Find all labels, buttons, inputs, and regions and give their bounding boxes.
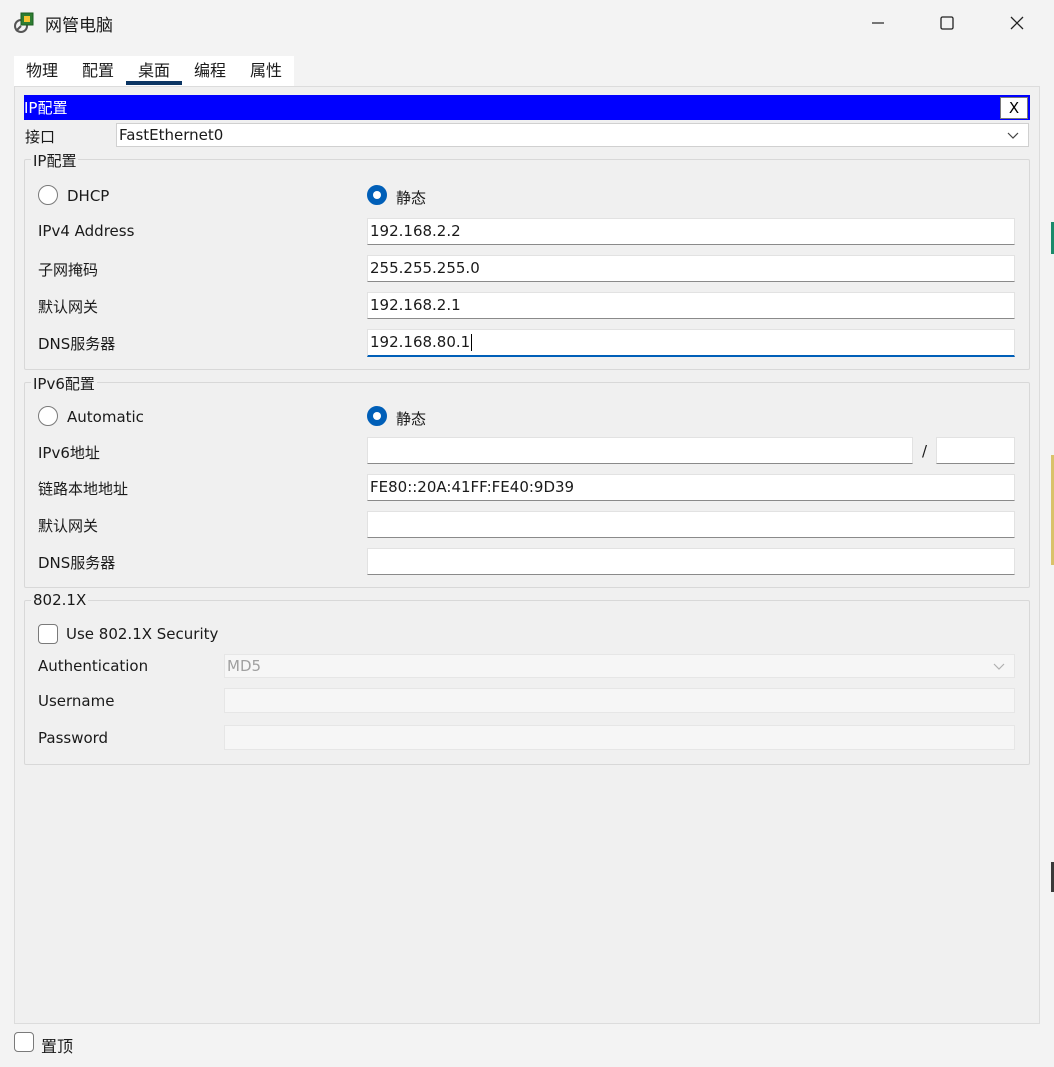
ipv6-gateway-label: 默认网关 xyxy=(38,517,99,535)
chevron-down-icon xyxy=(1007,132,1019,139)
text-caret xyxy=(471,334,473,351)
ip-config-close-button[interactable]: X xyxy=(1000,97,1028,119)
use-8021x-checkbox[interactable] xyxy=(38,624,58,644)
pin-on-top-checkbox[interactable] xyxy=(14,1032,34,1052)
close-window-button[interactable] xyxy=(982,0,1052,46)
tab-attributes[interactable]: 属性 xyxy=(244,56,288,86)
subnet-mask-label: 子网掩码 xyxy=(38,261,99,279)
ipv6-dns-input[interactable] xyxy=(367,548,1015,575)
app-icon xyxy=(12,10,38,36)
close-icon xyxy=(1010,16,1024,30)
ipv4-address-label: IPv4 Address xyxy=(38,222,135,240)
minimize-icon xyxy=(872,22,884,24)
ipv6-static-radio[interactable] xyxy=(367,406,387,426)
interface-value: FastEthernet0 xyxy=(119,126,224,144)
password-label: Password xyxy=(38,729,109,747)
ipv6-dns-label: DNS服务器 xyxy=(38,554,116,572)
ipv4-dns-label: DNS服务器 xyxy=(38,335,116,353)
link-local-label: 链路本地地址 xyxy=(38,480,129,498)
ipv6-automatic-label: Automatic xyxy=(67,408,144,426)
ipv6-address-input[interactable] xyxy=(367,437,913,464)
tab-programming[interactable]: 编程 xyxy=(188,56,232,86)
chevron-down-icon xyxy=(993,663,1005,670)
dhcp-radio[interactable] xyxy=(38,185,58,205)
ipv4-gateway-label: 默认网关 xyxy=(38,298,99,316)
authentication-label: Authentication xyxy=(38,657,149,675)
ipv6-gateway-input[interactable] xyxy=(367,511,1015,538)
ipv4-static-radio[interactable] xyxy=(367,185,387,205)
ipv4-static-label: 静态 xyxy=(396,189,427,207)
dot1x-group-title: 802.1X xyxy=(31,591,89,609)
username-label: Username xyxy=(38,692,115,710)
ip-config-header: IP配置 X xyxy=(24,95,1030,120)
use-8021x-label: Use 802.1X Security xyxy=(66,625,219,643)
tab-bar: 物理 配置 桌面 编程 属性 xyxy=(14,56,294,86)
maximize-button[interactable] xyxy=(912,0,982,46)
pin-on-top-label: 置顶 xyxy=(41,1037,74,1056)
dhcp-label: DHCP xyxy=(67,187,110,205)
ipv4-address-input[interactable]: 192.168.2.2 xyxy=(367,218,1015,245)
ipv4-gateway-input[interactable]: 192.168.2.1 xyxy=(367,292,1015,319)
prefix-separator: / xyxy=(922,442,928,460)
ipv4-dns-input[interactable]: 192.168.80.1 xyxy=(367,329,1015,357)
window-title: 网管电脑 xyxy=(45,16,113,36)
tab-desktop[interactable]: 桌面 xyxy=(126,56,182,86)
ip-config-header-title: IP配置 xyxy=(24,99,68,117)
maximize-icon xyxy=(940,16,954,30)
ipv6-static-label: 静态 xyxy=(396,410,427,428)
ipv6-address-label: IPv6地址 xyxy=(38,444,100,462)
interface-label: 接口 xyxy=(25,128,56,146)
authentication-select[interactable]: MD5 xyxy=(224,654,1015,678)
subnet-mask-input[interactable]: 255.255.255.0 xyxy=(367,255,1015,282)
ipv6-automatic-radio[interactable] xyxy=(38,406,58,426)
username-input[interactable] xyxy=(224,688,1015,713)
interface-select[interactable]: FastEthernet0 xyxy=(116,123,1029,147)
tab-physical[interactable]: 物理 xyxy=(20,56,64,86)
password-input[interactable] xyxy=(224,725,1015,750)
ipv6-group-title: IPv6配置 xyxy=(31,373,97,394)
ipv6-prefix-input[interactable] xyxy=(936,437,1015,464)
link-local-input[interactable]: FE80::20A:41FF:FE40:9D39 xyxy=(367,474,1015,501)
minimize-button[interactable] xyxy=(843,0,913,46)
tab-config[interactable]: 配置 xyxy=(76,56,120,86)
ipv4-dns-value: 192.168.80.1 xyxy=(370,333,471,351)
authentication-value: MD5 xyxy=(227,657,262,675)
ipv4-group-title: IP配置 xyxy=(31,150,79,171)
title-bar: 网管电脑 xyxy=(0,0,1054,46)
